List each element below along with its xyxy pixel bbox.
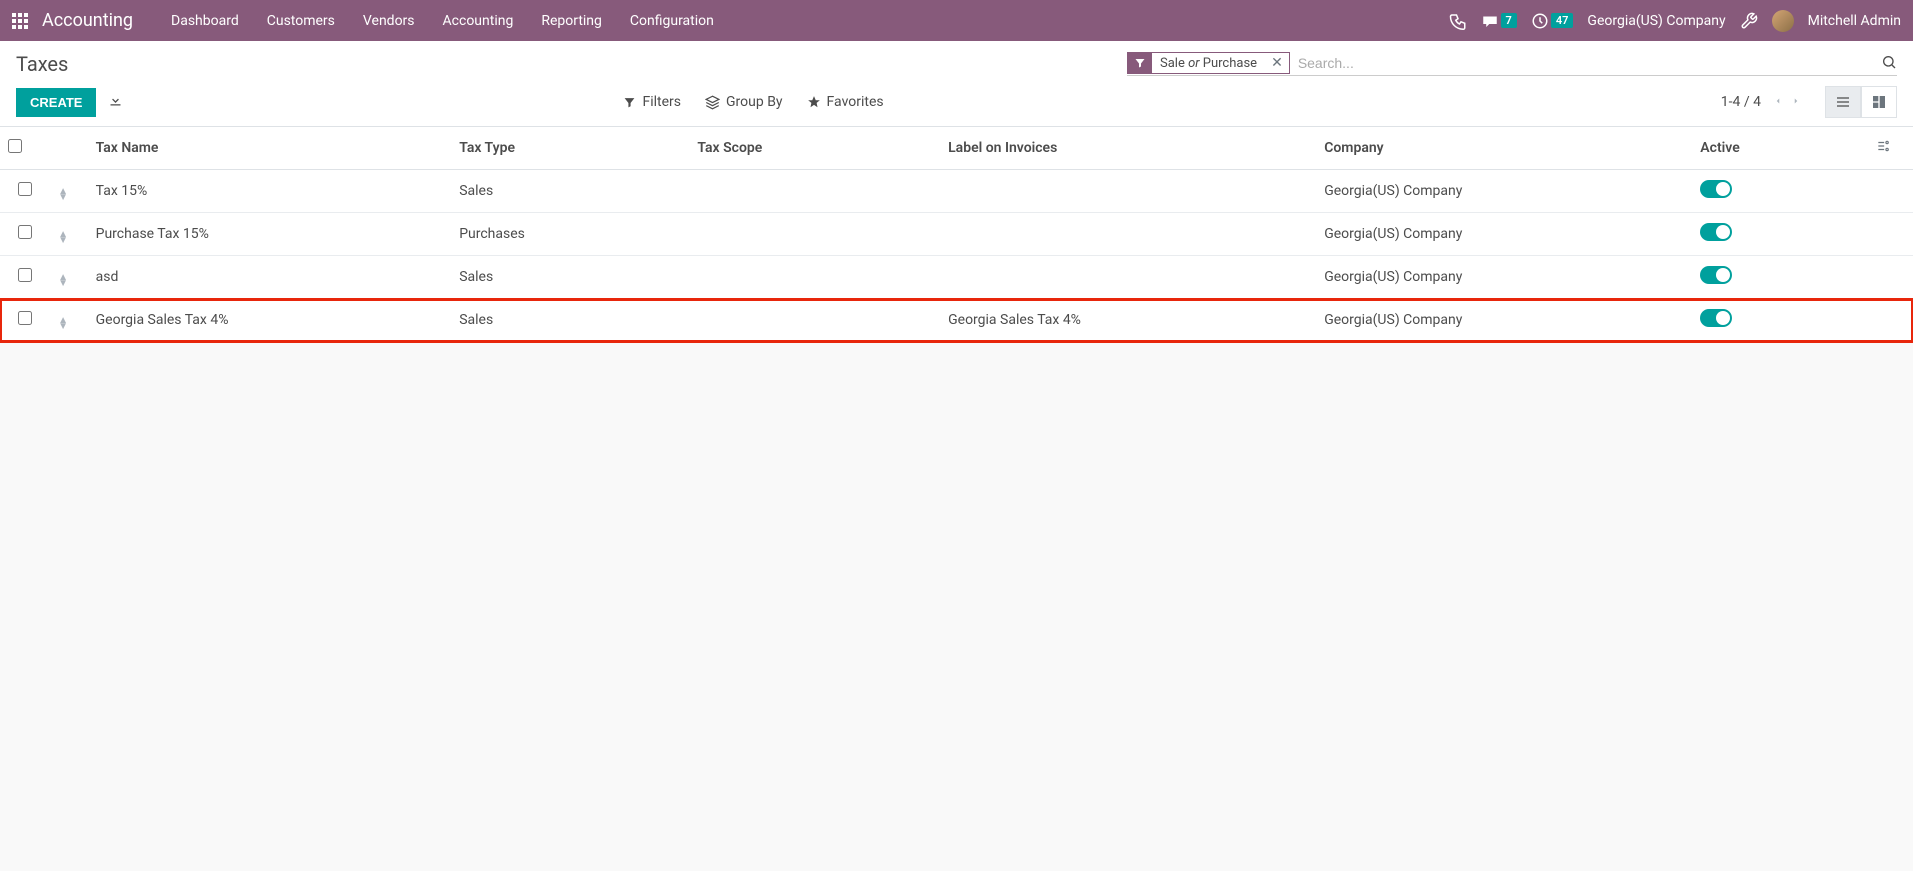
table-row[interactable]: ▲▼asdSales Georgia(US) Company bbox=[0, 256, 1913, 299]
col-header-scope[interactable]: Tax Scope bbox=[689, 127, 940, 170]
row-checkbox[interactable] bbox=[18, 182, 32, 196]
cell-type: Sales bbox=[451, 256, 689, 299]
app-brand[interactable]: Accounting bbox=[42, 10, 133, 31]
cell-scope bbox=[689, 299, 940, 342]
nav-item-dashboard[interactable]: Dashboard bbox=[157, 13, 253, 29]
col-header-label[interactable]: Label on Invoices bbox=[940, 127, 1316, 170]
cell-company: Georgia(US) Company bbox=[1316, 256, 1692, 299]
nav-item-accounting[interactable]: Accounting bbox=[429, 13, 528, 29]
top-navbar: Accounting Dashboard Customers Vendors A… bbox=[0, 0, 1913, 41]
optional-columns-icon[interactable] bbox=[1868, 127, 1913, 170]
nav-item-reporting[interactable]: Reporting bbox=[527, 13, 616, 29]
pager-prev[interactable] bbox=[1773, 93, 1783, 112]
row-checkbox[interactable] bbox=[18, 268, 32, 282]
cell-active bbox=[1692, 256, 1868, 299]
funnel-icon bbox=[1128, 53, 1152, 73]
search-facet: Sale or Purchase ✕ bbox=[1127, 52, 1290, 74]
cell-name: Georgia Sales Tax 4% bbox=[88, 299, 452, 342]
drag-handle-icon[interactable]: ▲▼ bbox=[50, 256, 87, 299]
cell-scope bbox=[689, 213, 940, 256]
row-checkbox[interactable] bbox=[18, 225, 32, 239]
cell-scope bbox=[689, 256, 940, 299]
cell-type: Sales bbox=[451, 170, 689, 213]
phone-icon[interactable] bbox=[1449, 12, 1467, 30]
company-selector[interactable]: Georgia(US) Company bbox=[1587, 13, 1725, 29]
cell-active bbox=[1692, 213, 1868, 256]
user-menu[interactable]: Mitchell Admin bbox=[1808, 13, 1901, 29]
search-icon[interactable] bbox=[1881, 54, 1897, 74]
cell-name: asd bbox=[88, 256, 452, 299]
pager-next[interactable] bbox=[1791, 93, 1801, 112]
taxes-table: Tax Name Tax Type Tax Scope Label on Inv… bbox=[0, 127, 1913, 342]
groupby-dropdown[interactable]: Group By bbox=[705, 94, 783, 110]
avatar[interactable] bbox=[1772, 10, 1794, 32]
table-row[interactable]: ▲▼Tax 15%Sales Georgia(US) Company bbox=[0, 170, 1913, 213]
favorites-label: Favorites bbox=[827, 94, 884, 110]
nav-item-configuration[interactable]: Configuration bbox=[616, 13, 728, 29]
cell-type: Sales bbox=[451, 299, 689, 342]
apps-icon[interactable] bbox=[12, 13, 28, 29]
cell-company: Georgia(US) Company bbox=[1316, 213, 1692, 256]
search-input[interactable] bbox=[1290, 51, 1897, 75]
cell-company: Georgia(US) Company bbox=[1316, 299, 1692, 342]
active-toggle[interactable] bbox=[1700, 223, 1732, 241]
cell-active bbox=[1692, 170, 1868, 213]
cell-name: Purchase Tax 15% bbox=[88, 213, 452, 256]
view-list-button[interactable] bbox=[1825, 86, 1861, 118]
filters-label: Filters bbox=[642, 94, 681, 110]
debug-icon[interactable] bbox=[1740, 12, 1758, 30]
cell-label bbox=[940, 256, 1316, 299]
drag-handle-icon[interactable]: ▲▼ bbox=[50, 299, 87, 342]
create-button[interactable]: CREATE bbox=[16, 88, 96, 117]
facet-remove[interactable]: ✕ bbox=[1265, 55, 1289, 71]
cell-company: Georgia(US) Company bbox=[1316, 170, 1692, 213]
cell-name: Tax 15% bbox=[88, 170, 452, 213]
cell-active bbox=[1692, 299, 1868, 342]
list-view: Tax Name Tax Type Tax Scope Label on Inv… bbox=[0, 127, 1913, 342]
table-row[interactable]: ▲▼Purchase Tax 15%Purchases Georgia(US) C… bbox=[0, 213, 1913, 256]
col-header-name[interactable]: Tax Name bbox=[88, 127, 452, 170]
col-header-active[interactable]: Active bbox=[1692, 127, 1868, 170]
messages-icon[interactable]: 7 bbox=[1481, 12, 1517, 30]
favorites-dropdown[interactable]: Favorites bbox=[807, 94, 884, 110]
page-title: Taxes bbox=[16, 52, 68, 76]
activities-badge: 47 bbox=[1551, 13, 1574, 28]
nav-menu: Dashboard Customers Vendors Accounting R… bbox=[157, 13, 728, 29]
select-all-checkbox[interactable] bbox=[8, 139, 22, 153]
cell-label bbox=[940, 170, 1316, 213]
facet-label: Sale or Purchase bbox=[1152, 54, 1265, 73]
groupby-label: Group By bbox=[726, 94, 783, 110]
messages-badge: 7 bbox=[1501, 13, 1517, 28]
drag-handle-icon[interactable]: ▲▼ bbox=[50, 213, 87, 256]
row-checkbox[interactable] bbox=[18, 311, 32, 325]
import-icon[interactable] bbox=[108, 93, 123, 112]
activities-icon[interactable]: 47 bbox=[1531, 12, 1574, 30]
pager: 1-4 / 4 bbox=[1721, 86, 1897, 118]
active-toggle[interactable] bbox=[1700, 266, 1732, 284]
table-row[interactable]: ▲▼Georgia Sales Tax 4%SalesGeorgia Sales… bbox=[0, 299, 1913, 342]
cell-type: Purchases bbox=[451, 213, 689, 256]
col-header-type[interactable]: Tax Type bbox=[451, 127, 689, 170]
cell-label bbox=[940, 213, 1316, 256]
active-toggle[interactable] bbox=[1700, 180, 1732, 198]
nav-item-vendors[interactable]: Vendors bbox=[349, 13, 429, 29]
col-header-company[interactable]: Company bbox=[1316, 127, 1692, 170]
search-area: Sale or Purchase ✕ bbox=[1127, 51, 1897, 76]
pager-value[interactable]: 1-4 / 4 bbox=[1721, 94, 1761, 110]
drag-handle-icon[interactable]: ▲▼ bbox=[50, 170, 87, 213]
cell-scope bbox=[689, 170, 940, 213]
filters-dropdown[interactable]: Filters bbox=[623, 94, 681, 110]
nav-item-customers[interactable]: Customers bbox=[253, 13, 349, 29]
view-kanban-button[interactable] bbox=[1861, 86, 1897, 118]
control-panel: Taxes Sale or Purchase ✕ CREATE bbox=[0, 41, 1913, 127]
active-toggle[interactable] bbox=[1700, 309, 1732, 327]
cell-label: Georgia Sales Tax 4% bbox=[940, 299, 1316, 342]
